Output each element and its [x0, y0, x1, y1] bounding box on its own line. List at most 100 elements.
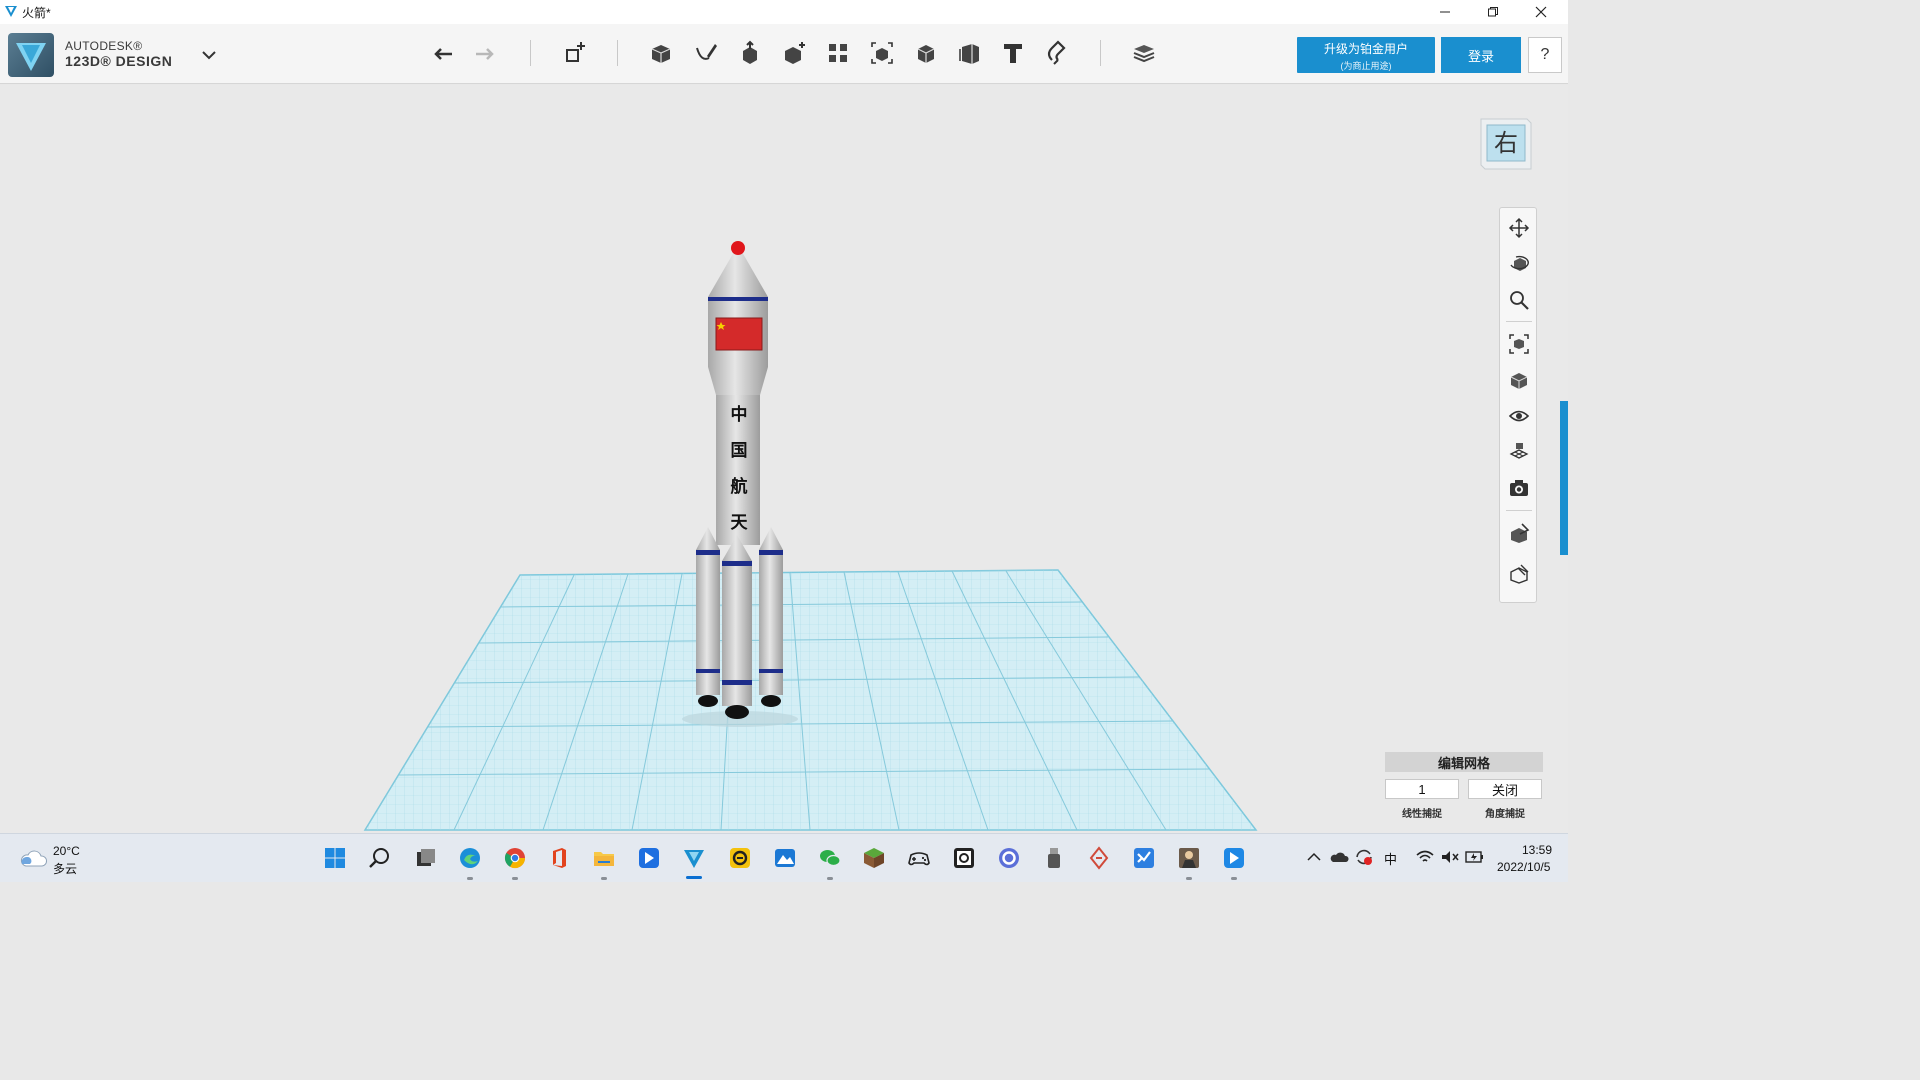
- pan-button[interactable]: [1505, 214, 1533, 242]
- taskbar-usb-tool[interactable]: [1040, 844, 1068, 872]
- taskbar-app-blue-1[interactable]: [635, 844, 663, 872]
- feather-app-icon: [1089, 846, 1109, 870]
- group-button[interactable]: [864, 36, 900, 70]
- toolbar-separator: [1100, 40, 1101, 66]
- chevron-down-icon[interactable]: [200, 48, 218, 62]
- upgrade-button[interactable]: 升级为铂金用户 (为商止用途): [1297, 37, 1435, 73]
- nav-separator: [1506, 321, 1532, 322]
- battery-charging-icon[interactable]: [1465, 849, 1485, 865]
- taskbar-office[interactable]: [545, 844, 573, 872]
- construct-button[interactable]: [732, 36, 768, 70]
- close-button[interactable]: [1518, 0, 1564, 24]
- taskbar-app-ring[interactable]: [995, 844, 1023, 872]
- view-button[interactable]: [1505, 366, 1533, 394]
- upgrade-sublabel: (为商止用途): [1340, 61, 1392, 71]
- taskbar-game[interactable]: [1175, 844, 1203, 872]
- view-cube[interactable]: 右: [1477, 113, 1533, 171]
- grid-button[interactable]: [1505, 437, 1533, 465]
- taskbar-app-photos[interactable]: [771, 844, 799, 872]
- taskbar-visual-studio[interactable]: [1130, 844, 1158, 872]
- modify-button[interactable]: [776, 36, 812, 70]
- text-button[interactable]: [995, 36, 1031, 70]
- brand-line-2: 123D® DESIGN: [65, 53, 173, 69]
- pan-icon: [1508, 217, 1530, 239]
- login-button[interactable]: 登录: [1441, 37, 1521, 73]
- angle-snap-field[interactable]: 关闭: [1468, 779, 1542, 799]
- weather-description: 多云: [53, 862, 78, 876]
- clock-time[interactable]: 13:59: [1522, 843, 1552, 857]
- side-panel-handle[interactable]: [1560, 401, 1568, 555]
- rocket-char: 天: [730, 513, 748, 533]
- running-indicator: [512, 877, 518, 880]
- window-title: 火箭*: [22, 6, 51, 20]
- camera-button[interactable]: [1505, 474, 1533, 502]
- grid-lines: [365, 570, 1256, 830]
- 123d-design-icon: [684, 850, 704, 868]
- material-tool-button[interactable]: [1505, 519, 1533, 547]
- taskbar-screenshot-app[interactable]: [950, 844, 978, 872]
- taskbar: 20°C 多云 中 13:59 2022/10/5: [0, 833, 1568, 882]
- minimize-button[interactable]: [1422, 0, 1468, 24]
- onedrive-cloud-icon[interactable]: [1329, 850, 1349, 864]
- redo-button[interactable]: [467, 36, 503, 70]
- sketch-button[interactable]: [688, 36, 724, 70]
- combine-button[interactable]: [908, 36, 944, 70]
- rocket-label: 中 国 航 天: [728, 397, 750, 541]
- pattern-icon: [829, 44, 847, 62]
- input-method-indicator[interactable]: 中: [1384, 849, 1397, 868]
- clock-date[interactable]: 2022/10/5: [1497, 860, 1550, 874]
- taskbar-wechat[interactable]: [816, 844, 844, 872]
- help-button[interactable]: ?: [1528, 37, 1562, 73]
- fit-button[interactable]: [1505, 330, 1533, 358]
- restore-button[interactable]: [1470, 0, 1516, 24]
- visual-studio-icon: [1134, 848, 1154, 868]
- outline-button[interactable]: [1505, 559, 1533, 587]
- transform-button[interactable]: [556, 36, 592, 70]
- sync-icon[interactable]: [1354, 848, 1374, 866]
- cloudy-weather-icon[interactable]: [18, 847, 48, 869]
- edge-browser-icon: [460, 848, 480, 868]
- taskbar-edge[interactable]: [456, 844, 484, 872]
- volume-muted-icon[interactable]: [1440, 849, 1460, 865]
- primitives-button[interactable]: [643, 36, 679, 70]
- orbit-button[interactable]: [1505, 250, 1533, 278]
- measure-button[interactable]: [952, 36, 988, 70]
- game-character-icon: [1179, 848, 1199, 868]
- nav-separator: [1506, 510, 1532, 511]
- taskbar-app-feather[interactable]: [1085, 844, 1113, 872]
- taskbar-search-button[interactable]: [366, 844, 394, 872]
- material-tool-icon: [1511, 523, 1530, 543]
- combine-icon: [917, 45, 935, 63]
- taskbar-minecraft[interactable]: [860, 844, 888, 872]
- active-app-indicator: [686, 876, 702, 879]
- start-button[interactable]: [321, 844, 349, 872]
- navigation-bar: [1499, 207, 1537, 603]
- 3d-viewport[interactable]: 中 国 航 天 右 编辑网格 1 关闭 线性捕捉 角度捕捉: [0, 85, 1568, 833]
- usb-drive-icon: [1048, 848, 1060, 868]
- modify-icon: [785, 42, 805, 64]
- task-view-button[interactable]: [412, 844, 440, 872]
- linear-snap-field[interactable]: 1: [1385, 779, 1459, 799]
- pattern-button[interactable]: [820, 36, 856, 70]
- taskbar-123d-design[interactable]: [680, 844, 708, 872]
- outline-icon: [1510, 564, 1529, 584]
- taskbar-app-yellow[interactable]: [726, 844, 754, 872]
- taskbar-gamepad-app[interactable]: [905, 844, 933, 872]
- edit-grid-button[interactable]: 编辑网格: [1385, 752, 1543, 772]
- task-view-icon: [417, 849, 435, 866]
- taskbar-chrome[interactable]: [501, 844, 529, 872]
- snap-button[interactable]: [1039, 36, 1075, 70]
- visibility-button[interactable]: [1505, 402, 1533, 430]
- screenshot-icon: [954, 848, 974, 868]
- material-button[interactable]: [1126, 36, 1162, 70]
- zoom-icon: [1510, 291, 1529, 310]
- chevron-up-icon[interactable]: [1306, 851, 1322, 863]
- toolbar-separator: [530, 40, 531, 66]
- zoom-button[interactable]: [1505, 286, 1533, 314]
- wifi-icon[interactable]: [1415, 849, 1435, 865]
- taskbar-app-blue-2[interactable]: [1220, 844, 1248, 872]
- taskbar-file-explorer[interactable]: [590, 844, 618, 872]
- app-menu-logo[interactable]: [8, 33, 54, 77]
- undo-button[interactable]: [425, 36, 461, 70]
- view-icon: [1510, 373, 1528, 389]
